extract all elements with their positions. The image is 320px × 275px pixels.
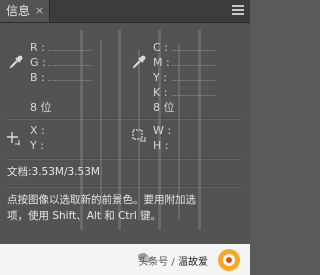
label-w: W : — [153, 124, 172, 137]
section-divider — [6, 158, 242, 160]
value-placeholder — [48, 80, 92, 81]
bit-depth-right: 8 位 — [153, 101, 175, 114]
label-b: B : — [30, 71, 45, 84]
label-r: R : — [30, 41, 45, 54]
value-placeholder — [172, 65, 216, 66]
value-placeholder — [172, 50, 216, 51]
value-placeholder — [172, 95, 216, 96]
label-h: H : — [153, 139, 169, 152]
value-placeholder — [48, 50, 92, 51]
eyedropper-icon — [9, 55, 23, 69]
close-icon[interactable]: × — [35, 0, 44, 22]
label-c: C : — [153, 41, 168, 54]
tab-title: 信息 — [6, 4, 31, 18]
label-y-coord: Y : — [30, 139, 44, 152]
brand-logo-icon — [218, 249, 240, 271]
section-divider — [6, 118, 242, 120]
crosshair-icon — [7, 132, 20, 145]
footer-credit: 头条号 / 温故爱 — [138, 253, 208, 268]
value-placeholder — [48, 65, 92, 66]
value-placeholder — [172, 80, 216, 81]
hint-line-1: 点按图像以选取新的前景色。要用附加选 — [7, 194, 196, 206]
hint-line-2: 项，使用 Shift、Alt 和 Ctrl 键。 — [7, 210, 162, 222]
section-divider — [6, 186, 242, 188]
document-size: 文档:3.53M/3.53M — [7, 166, 100, 178]
footer-author: 温故爱 — [178, 257, 208, 268]
footer-bar: 头条号 / 温故爱 — [0, 244, 250, 275]
eyedropper-icon — [132, 55, 146, 69]
info-panel: 信息 × R : G : B : 8 位 C : M : Y : K : 8 位… — [0, 0, 250, 275]
panel-tab-bar: 信息 × — [0, 0, 250, 23]
label-k: K : — [153, 86, 168, 99]
label-x: X : — [30, 124, 45, 137]
label-m: M : — [153, 56, 170, 69]
selection-size-icon — [132, 129, 146, 142]
label-y: Y : — [153, 71, 167, 84]
bit-depth-left: 8 位 — [30, 101, 52, 114]
footer-prefix: 头条号 / — [138, 257, 175, 268]
label-g: G : — [30, 56, 46, 69]
panel-menu-icon[interactable] — [232, 5, 244, 15]
